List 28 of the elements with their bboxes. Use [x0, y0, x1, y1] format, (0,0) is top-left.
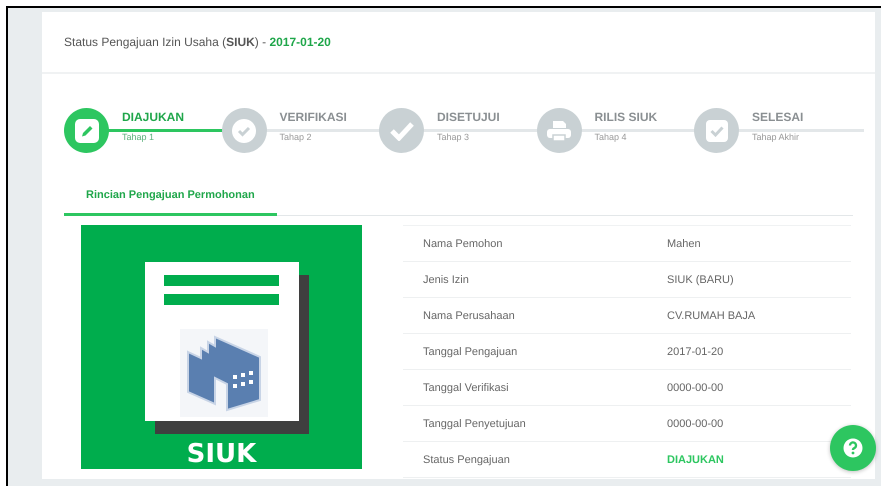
check-icon: [390, 120, 414, 140]
pencil-icon: [74, 118, 100, 144]
detail-value: 0000-00-00: [667, 382, 724, 394]
detail-value: SIUK (BARU): [667, 274, 734, 286]
check-circle-icon: [231, 118, 257, 144]
detail-label: Tanggal Penyetujuan: [422, 418, 527, 430]
step-subtitle: Tahap 4: [594, 132, 628, 142]
permit-title: SIUK: [186, 440, 256, 468]
detail-label: Nama Pemohon: [422, 238, 504, 250]
help-icon: [843, 438, 863, 458]
step-subtitle: Tahap 2: [280, 132, 313, 142]
detail-label: Jenis Izin: [422, 274, 470, 286]
printer-icon: [546, 120, 572, 142]
page-title: Status Pengajuan Izin Usaha (SIUK) - 2017-01-20: [64, 35, 331, 49]
detail-value: DIAJUKAN: [667, 454, 724, 466]
checkbox-icon: [704, 118, 728, 142]
step-subtitle: Tahap Akhir: [752, 132, 800, 142]
detail-label: Tanggal Verifikasi: [422, 382, 510, 394]
detail-value: CV.RUMAH BAJA: [667, 310, 756, 322]
detail-value: 0000-00-00: [667, 418, 724, 430]
detail-value: 2017-01-20: [667, 346, 724, 358]
detail-label: Tanggal Pengajuan: [422, 346, 518, 358]
detail-value: Mahen: [667, 238, 701, 250]
step-subtitle: Tahap 1: [122, 132, 156, 142]
detail-label: Nama Perusahaan: [422, 310, 516, 322]
detail-label: Status Pengajuan: [422, 454, 511, 466]
details-tab[interactable]: Rincian Pengajuan Permohonan: [64, 181, 277, 216]
step-subtitle: Tahap 3: [437, 132, 470, 142]
